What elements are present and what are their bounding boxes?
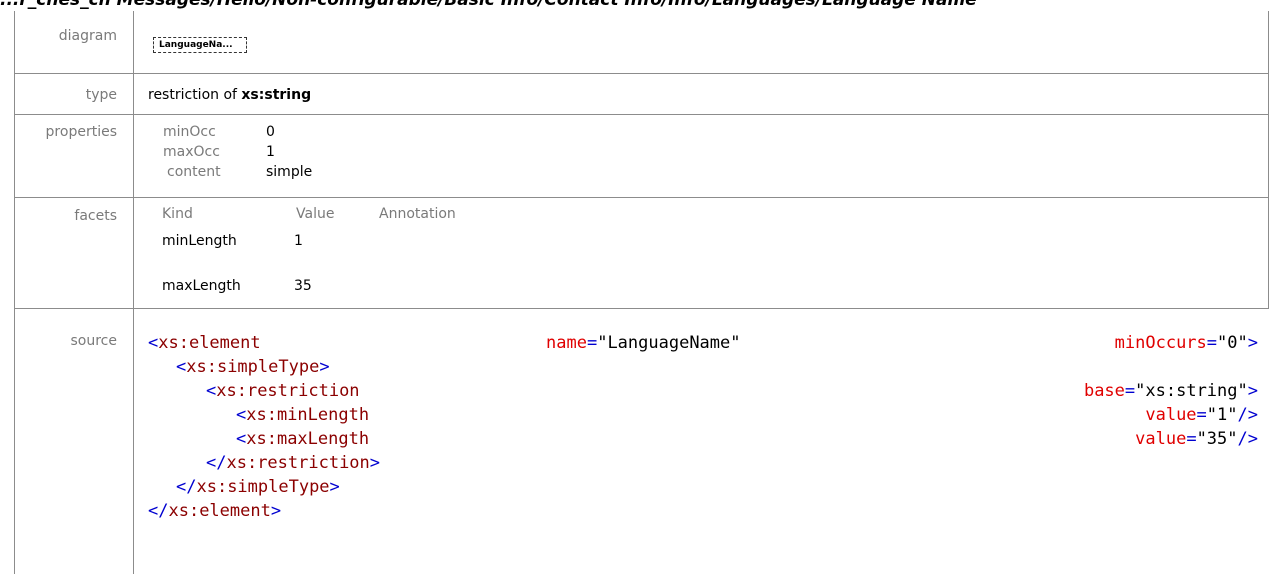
- page-title: ...r_ches_ch Messages/Hello/Non-configur…: [0, 0, 1269, 9]
- tag-close-bracket: />: [1237, 429, 1258, 449]
- facet-kind: minLength: [162, 233, 237, 249]
- trailing-attribute: value="35"/>: [1135, 427, 1258, 451]
- source-line: <xs:minLength value="1"/>: [148, 403, 1258, 427]
- diagram-row: diagram LanguageNa...: [14, 11, 1269, 74]
- properties-row: properties minOcc 0 maxOcc 1 content sim…: [14, 115, 1269, 198]
- source-line: <xs:element name="LanguageName" minOccur…: [148, 331, 1258, 355]
- properties-label: properties: [45, 124, 117, 140]
- property-value: 1: [266, 144, 275, 160]
- attribute-name: minOccurs: [1114, 333, 1207, 353]
- facets-header-value: Value: [296, 206, 335, 222]
- property-value: 0: [266, 124, 275, 140]
- tag-name: xs:simpleType: [196, 477, 330, 497]
- attribute-value: "1": [1206, 405, 1238, 425]
- trailing-attribute: base="xs:string">: [1084, 379, 1258, 403]
- facet-value: 1: [294, 233, 303, 249]
- tag-close-bracket: >: [1247, 381, 1258, 401]
- source-line: </xs:restriction>: [148, 451, 1258, 475]
- facets-header-kind: Kind: [162, 206, 193, 222]
- tag-close-bracket: >: [329, 477, 340, 497]
- tag-open-bracket: <: [236, 429, 247, 449]
- facets-header-annotation: Annotation: [379, 206, 456, 222]
- tag-name: xs:restriction: [226, 453, 370, 473]
- facets-row: facets Kind Value Annotation minLength 1…: [14, 198, 1269, 309]
- tag-close-bracket: >: [369, 453, 381, 473]
- tag-open-bracket: <: [236, 405, 247, 425]
- attribute-value: "0": [1217, 333, 1248, 353]
- attribute-value: "xs:string": [1135, 381, 1248, 401]
- trailing-attribute: minOccurs="0">: [1115, 331, 1258, 355]
- source-label: source: [70, 333, 118, 349]
- facet-value: 35: [294, 278, 312, 294]
- type-prefix: restriction of: [148, 87, 242, 103]
- property-key: maxOcc: [163, 144, 220, 160]
- attribute-name: base: [1083, 381, 1125, 401]
- facets-label: facets: [74, 208, 117, 224]
- tag-name: xs:simpleType: [186, 357, 320, 377]
- property-key: content: [167, 164, 221, 180]
- tag-name: xs:element: [168, 501, 271, 521]
- attribute-equals: =: [586, 333, 598, 353]
- xml-source-code: <xs:element name="LanguageName" minOccur…: [148, 331, 1258, 523]
- tag-name: xs:maxLength: [246, 429, 370, 449]
- attribute-name: value: [1145, 405, 1197, 425]
- name-attribute: name="LanguageName": [546, 331, 741, 355]
- attribute-name: value: [1135, 429, 1187, 449]
- source-line: <xs:maxLength value="35"/>: [148, 427, 1258, 451]
- tag-close-bracket: >: [270, 501, 282, 521]
- attribute-value: "35": [1196, 429, 1238, 449]
- tag-open-bracket: </: [148, 501, 169, 521]
- type-base: xs:string: [241, 87, 312, 103]
- element-diagram-box[interactable]: LanguageNa...: [153, 37, 247, 53]
- attribute-equals: =: [1124, 381, 1136, 401]
- tag-name: xs:element: [158, 333, 261, 353]
- element-doc-table: diagram LanguageNa... type restriction o…: [14, 11, 1269, 574]
- facet-kind: maxLength: [162, 278, 241, 294]
- source-line: </xs:simpleType>: [148, 475, 1258, 499]
- property-value: simple: [266, 164, 313, 180]
- tag-open-bracket: <: [148, 333, 159, 353]
- attribute-equals: =: [1186, 429, 1197, 449]
- tag-open-bracket: <: [206, 381, 217, 401]
- tag-name: xs:restriction: [216, 381, 360, 401]
- trailing-attribute: value="1"/>: [1145, 403, 1258, 427]
- tag-open-bracket: </: [176, 477, 197, 497]
- attribute-name: name: [546, 333, 587, 353]
- type-value: restriction of xs:string: [148, 86, 311, 104]
- source-line: <xs:simpleType>: [148, 355, 1258, 379]
- tag-close-bracket: />: [1237, 405, 1258, 425]
- diagram-label: diagram: [58, 28, 117, 44]
- tag-open-bracket: </: [206, 453, 227, 473]
- tag-open-bracket: <: [176, 357, 187, 377]
- source-line: </xs:element>: [148, 499, 1258, 523]
- tag-close-bracket: >: [1247, 333, 1258, 353]
- type-label: type: [85, 87, 117, 103]
- source-line: <xs:restriction base="xs:string">: [148, 379, 1258, 403]
- attribute-equals: =: [1196, 405, 1207, 425]
- type-row: type restriction of xs:string: [14, 74, 1269, 115]
- tag-name: xs:minLength: [246, 405, 370, 425]
- attribute-equals: =: [1206, 333, 1218, 353]
- source-row: source <xs:element name="LanguageName" m…: [14, 309, 1269, 574]
- property-key: minOcc: [163, 124, 216, 140]
- attribute-value: "LanguageName": [597, 333, 741, 353]
- tag-close-bracket: >: [319, 357, 330, 377]
